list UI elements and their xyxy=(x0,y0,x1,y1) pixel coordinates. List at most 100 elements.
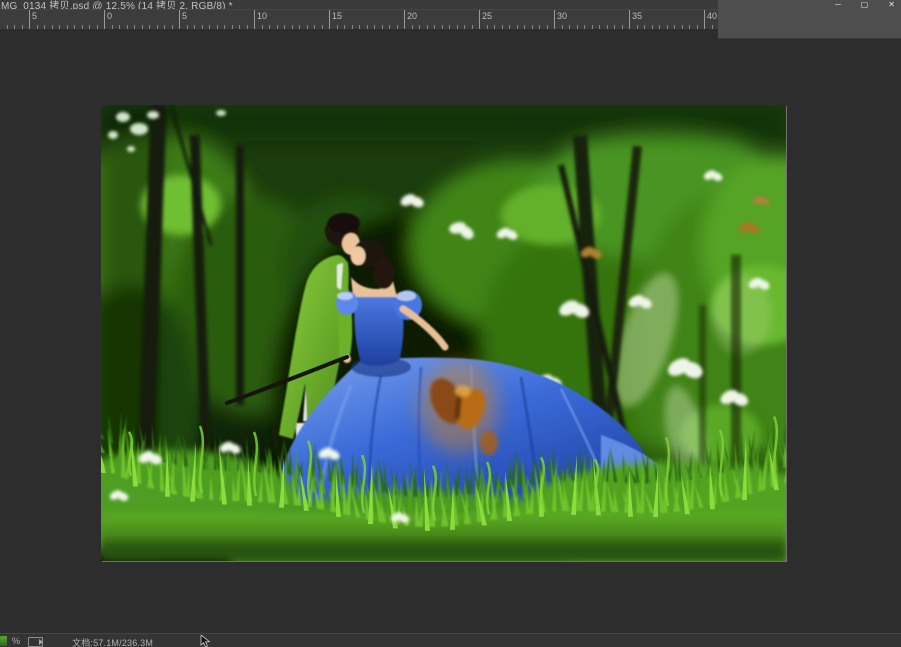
ruler-tick-minor xyxy=(299,25,300,29)
ruler-tick-major xyxy=(629,10,630,29)
ruler-tick-minor xyxy=(119,25,120,29)
ruler-tick-minor xyxy=(247,25,248,29)
ruler-tick-minor xyxy=(59,25,60,29)
ruler-tick-minor xyxy=(232,25,233,29)
ruler-tick-minor xyxy=(89,25,90,29)
ruler-tick-minor xyxy=(607,25,608,29)
ruler-tick-minor xyxy=(592,25,593,29)
ruler-tick-minor xyxy=(712,25,713,29)
ruler-tick-minor xyxy=(374,25,375,29)
ruler-tick-minor xyxy=(224,25,225,29)
ruler-tick-minor xyxy=(217,25,218,29)
ruler-tick-minor xyxy=(487,25,488,29)
close-icon[interactable]: ✕ xyxy=(888,0,895,9)
ruler-tick-minor xyxy=(524,25,525,29)
ruler-tick-minor xyxy=(577,25,578,29)
ruler-tick-minor xyxy=(44,25,45,29)
ruler-tick-major xyxy=(479,10,480,29)
ruler-tick-minor xyxy=(7,25,8,29)
photo-document[interactable] xyxy=(101,105,786,561)
ruler-label: 40 xyxy=(707,11,717,21)
ruler-tick-minor xyxy=(427,25,428,29)
ruler-tick-major xyxy=(29,10,30,29)
ruler-tick-minor xyxy=(667,25,668,29)
ruler-tick-minor xyxy=(157,25,158,29)
ruler-label: 5 xyxy=(182,11,187,21)
ruler-tick-minor xyxy=(539,25,540,29)
ruler-tick-minor xyxy=(202,25,203,29)
ruler-tick-minor xyxy=(127,25,128,29)
ruler-tick-minor xyxy=(322,25,323,29)
ruler-tick-minor xyxy=(314,25,315,29)
ruler-tick-minor xyxy=(82,25,83,29)
ruler-tick-minor xyxy=(194,25,195,29)
ruler-tick-minor xyxy=(164,25,165,29)
photoshop-window: MG_0134 拷贝.psd @ 12.5% (14 拷贝 2, RGB/8) … xyxy=(0,0,901,647)
zoom-level-field[interactable]: % xyxy=(12,636,20,646)
ruler-tick-minor xyxy=(412,25,413,29)
ruler-tick-minor xyxy=(359,25,360,29)
maximize-icon[interactable]: ▢ xyxy=(861,0,869,9)
ruler-tick-minor xyxy=(269,25,270,29)
status-panel-icon xyxy=(28,637,43,647)
ruler-tick-minor xyxy=(689,25,690,29)
horizontal-ruler[interactable]: 5 0 5 10 15 20 25 30 35 40 xyxy=(0,9,718,30)
ruler-label: 25 xyxy=(482,11,492,21)
ruler-label: 0 xyxy=(107,11,112,21)
ruler-label: 15 xyxy=(332,11,342,21)
ruler-tick-major xyxy=(254,10,255,29)
ruler-tick-minor xyxy=(142,25,143,29)
ruler-tick-minor xyxy=(517,25,518,29)
ruler-tick-minor xyxy=(502,25,503,29)
ruler-tick-major xyxy=(704,10,705,29)
document-size-info: 文档:57.1M/236.3M xyxy=(72,636,153,647)
ruler-tick-minor xyxy=(149,25,150,29)
ruler-label: 35 xyxy=(632,11,642,21)
ruler-tick-minor xyxy=(547,25,548,29)
ruler-tick-minor xyxy=(644,25,645,29)
ruler-tick-minor xyxy=(509,25,510,29)
ruler-label: 30 xyxy=(557,11,567,21)
ruler-tick-major xyxy=(404,10,405,29)
ruler-tick-minor xyxy=(67,25,68,29)
ruler-tick-minor xyxy=(397,25,398,29)
ruler-tick-minor xyxy=(344,25,345,29)
ruler-tick-minor xyxy=(569,25,570,29)
ruler-tick-minor xyxy=(134,25,135,29)
ruler-tick-minor xyxy=(442,25,443,29)
status-green-icon xyxy=(0,636,7,646)
ruler-tick-minor xyxy=(337,25,338,29)
ruler-tick-minor xyxy=(659,25,660,29)
minimize-icon[interactable]: ─ xyxy=(835,0,841,9)
ruler-label: 20 xyxy=(407,11,417,21)
ruler-tick-minor xyxy=(239,25,240,29)
ruler-tick-minor xyxy=(52,25,53,29)
ruler-tick-minor xyxy=(37,25,38,29)
ruler-tick-minor xyxy=(209,25,210,29)
ruler-tick-minor xyxy=(277,25,278,29)
ruler-tick-minor xyxy=(697,25,698,29)
ruler-tick-minor xyxy=(652,25,653,29)
mouse-cursor-icon xyxy=(200,635,211,647)
ruler-tick-minor xyxy=(682,25,683,29)
ruler-label: 10 xyxy=(257,11,267,21)
ruler-tick-major xyxy=(104,10,105,29)
ruler-label: 5 xyxy=(32,11,37,21)
ruler-tick-minor xyxy=(494,25,495,29)
ruler-tick-minor xyxy=(584,25,585,29)
ruler-tick-minor xyxy=(532,25,533,29)
ruler-tick-minor xyxy=(172,25,173,29)
document-title: MG_0134 拷贝.psd @ 12.5% (14 拷贝 2, RGB/8) … xyxy=(1,0,233,9)
ruler-tick-minor xyxy=(622,25,623,29)
ruler-tick-minor xyxy=(97,25,98,29)
ruler-tick-minor xyxy=(74,25,75,29)
ruler-tick-minor xyxy=(562,25,563,29)
ruler-tick-minor xyxy=(449,25,450,29)
ruler-tick-minor xyxy=(674,25,675,29)
status-bar: % 文档:57.1M/236.3M xyxy=(0,633,901,647)
ruler-tick-minor xyxy=(262,25,263,29)
canvas-workspace[interactable] xyxy=(0,9,901,633)
ruler-tick-minor xyxy=(352,25,353,29)
ruler-tick-major xyxy=(179,10,180,29)
window-controls: ─ ▢ ✕ xyxy=(835,0,895,9)
